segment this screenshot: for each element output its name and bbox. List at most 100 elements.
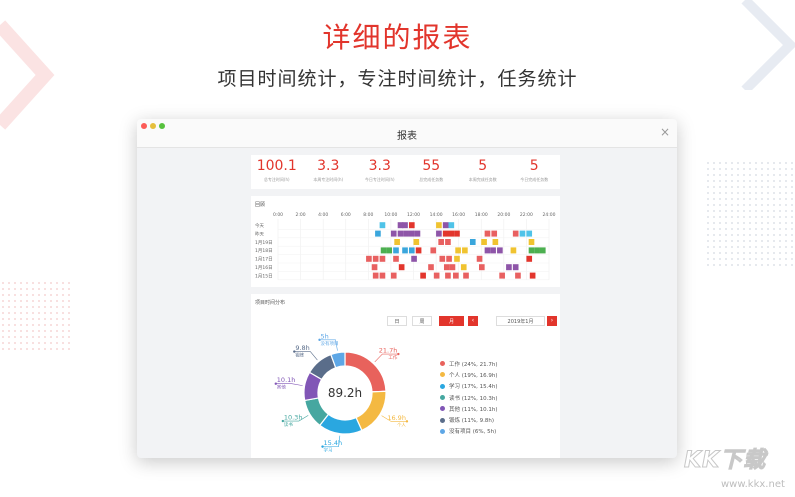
- timeline-focus-block: [512, 264, 519, 271]
- timeline-focus-block: [415, 247, 422, 254]
- stat-label: 总专注时间(h): [263, 177, 290, 182]
- timeline-focus-block: [402, 222, 408, 229]
- donut-name-label: 个人: [397, 422, 406, 428]
- review-timeline-panel: 回顾 0:00 2:00 4:00 6:00 8:00 10:00 12:00 14:00 16…: [251, 196, 560, 287]
- donut-total-label: 89.2h: [328, 386, 362, 400]
- timeline-focus-block: [420, 272, 426, 279]
- timeline-focus-block: [393, 247, 399, 254]
- stat-label: 今日专注时间(h): [364, 177, 395, 182]
- timeline-focus-block: [445, 239, 451, 245]
- timeline-focus-block: [430, 247, 437, 254]
- stat-total-focus: 100.1 总专注时间(h): [251, 155, 303, 189]
- timeline-focus-block: [478, 264, 485, 271]
- legend-color-dot: [440, 395, 445, 401]
- timeline-focus-block: [366, 255, 372, 262]
- timeline-day-label: 1月17日: [255, 257, 273, 263]
- donut-value-label: 21.7h: [379, 347, 398, 355]
- timeline-focus-block: [397, 230, 404, 237]
- timeline-day-label: 1月16日: [255, 265, 273, 271]
- watermark-url: www.kkx.net: [721, 479, 785, 490]
- timeline-focus-block: [453, 272, 459, 279]
- timeline-hour-label: 14:00: [430, 212, 443, 218]
- timeline-day-label: 今天: [255, 222, 264, 229]
- donut-name-label: 读书: [284, 421, 293, 428]
- timeline-focus-block: [491, 230, 498, 237]
- timeline-focus-block: [462, 247, 468, 254]
- timeline-focus-block: [448, 222, 455, 229]
- stat-value: 5: [529, 158, 539, 174]
- timeline-focus-block: [394, 239, 400, 245]
- donut-leader-dot: [397, 352, 400, 356]
- timeline-focus-block: [497, 247, 503, 254]
- donut-name-label: 没有项目: [321, 340, 339, 347]
- legend-item: 锻炼 (11%, 9.8h): [440, 414, 498, 425]
- timeline-focus-block: [526, 255, 533, 262]
- timeline-focus-block: [510, 247, 517, 254]
- timeline-focus-block: [379, 222, 386, 229]
- legend-label: 读书 (12%, 10.3h): [449, 395, 498, 402]
- page-headline: 详细的报表: [322, 21, 473, 54]
- close-icon[interactable]: ×: [660, 125, 670, 139]
- timeline-focus-block: [390, 230, 397, 237]
- stat-label: 总完成任务数: [419, 177, 444, 182]
- legend-item: 学习 (17%, 15.4h): [440, 381, 498, 392]
- timeline-focus-block: [526, 230, 533, 237]
- timeline-focus-block: [484, 230, 491, 237]
- stat-value: 100.1: [256, 158, 297, 174]
- donut-value-label: 16.9h: [387, 414, 406, 422]
- timeline-focus-block: [379, 255, 386, 262]
- timeline-focus-block: [428, 264, 434, 271]
- stat-value: 55: [422, 158, 441, 174]
- legend-item: 没有项目 (6%, 5h): [440, 426, 498, 437]
- legend-item: 工作 (24%, 21.7h): [440, 358, 498, 369]
- timeline-focus-block: [439, 255, 446, 262]
- stat-week-focus: 3.3 本周专注时间(h): [303, 155, 355, 189]
- timeline-hour-label: 16:00: [452, 212, 465, 218]
- legend-color-dot: [440, 372, 445, 378]
- timeline-focus-block: [445, 272, 451, 279]
- legend-item: 个人 (19%, 16.9h): [440, 369, 498, 380]
- timeline-focus-block: [436, 222, 442, 229]
- timeline-focus-block: [413, 239, 420, 245]
- legend-label: 没有项目 (6%, 5h): [449, 429, 497, 436]
- legend-item: 读书 (12%, 10.3h): [440, 392, 498, 403]
- legend-label: 锻炼 (11%, 9.8h): [449, 418, 494, 425]
- timeline-focus-block: [438, 239, 444, 245]
- decorative-dots: [0, 280, 70, 350]
- timeline-focus-block: [539, 247, 546, 254]
- timeline-focus-block: [371, 264, 378, 271]
- legend-label: 工作 (24%, 21.7h): [449, 361, 498, 368]
- legend-label: 个人 (19%, 16.9h): [449, 372, 498, 379]
- timeline-day-label: 昨天: [255, 230, 264, 237]
- timeline-day-label: 1月19日: [255, 240, 273, 246]
- timeline-focus-block: [463, 272, 469, 279]
- legend-color-dot: [440, 361, 445, 367]
- stat-week-tasks: 5 本周完成任务数: [457, 155, 509, 189]
- timeline-focus-block: [529, 272, 536, 279]
- timeline-focus-block: [446, 255, 452, 262]
- timeline-focus-block: [372, 255, 379, 262]
- timeline-hour-label: 4:00: [318, 212, 328, 218]
- legend-label: 其他 (11%, 10.1h): [449, 406, 498, 413]
- timeline-hour-label: 0:00: [273, 212, 283, 218]
- timeline-focus-block: [469, 239, 476, 245]
- watermark: KK下载 www.kkx.net: [676, 442, 794, 496]
- legend-color-dot: [440, 406, 445, 412]
- stat-value: 5: [478, 158, 488, 174]
- stat-value: 3.3: [317, 158, 340, 174]
- timeline-focus-block: [448, 230, 455, 237]
- timeline-hour-label: 12:00: [407, 212, 420, 218]
- timeline-focus-block: [380, 247, 387, 254]
- timeline-focus-block: [449, 264, 456, 271]
- watermark-logo: KK下载: [683, 448, 767, 474]
- donut-value-label: 9.8h: [295, 344, 309, 352]
- donut-name-label: 学习: [324, 447, 333, 454]
- legend-color-dot: [440, 428, 445, 434]
- window-titlebar: 报表 ×: [137, 119, 677, 148]
- timeline-focus-block: [528, 247, 535, 254]
- decorative-dots: [705, 160, 795, 270]
- timeline-focus-block: [403, 230, 409, 237]
- timeline-hour-label: 18:00: [475, 212, 488, 218]
- timeline-focus-block: [481, 239, 487, 245]
- report-window: 报表 × 100.1 总专注时间(h) 3.3 本周专注时间(h) 3.3 今日…: [137, 119, 677, 458]
